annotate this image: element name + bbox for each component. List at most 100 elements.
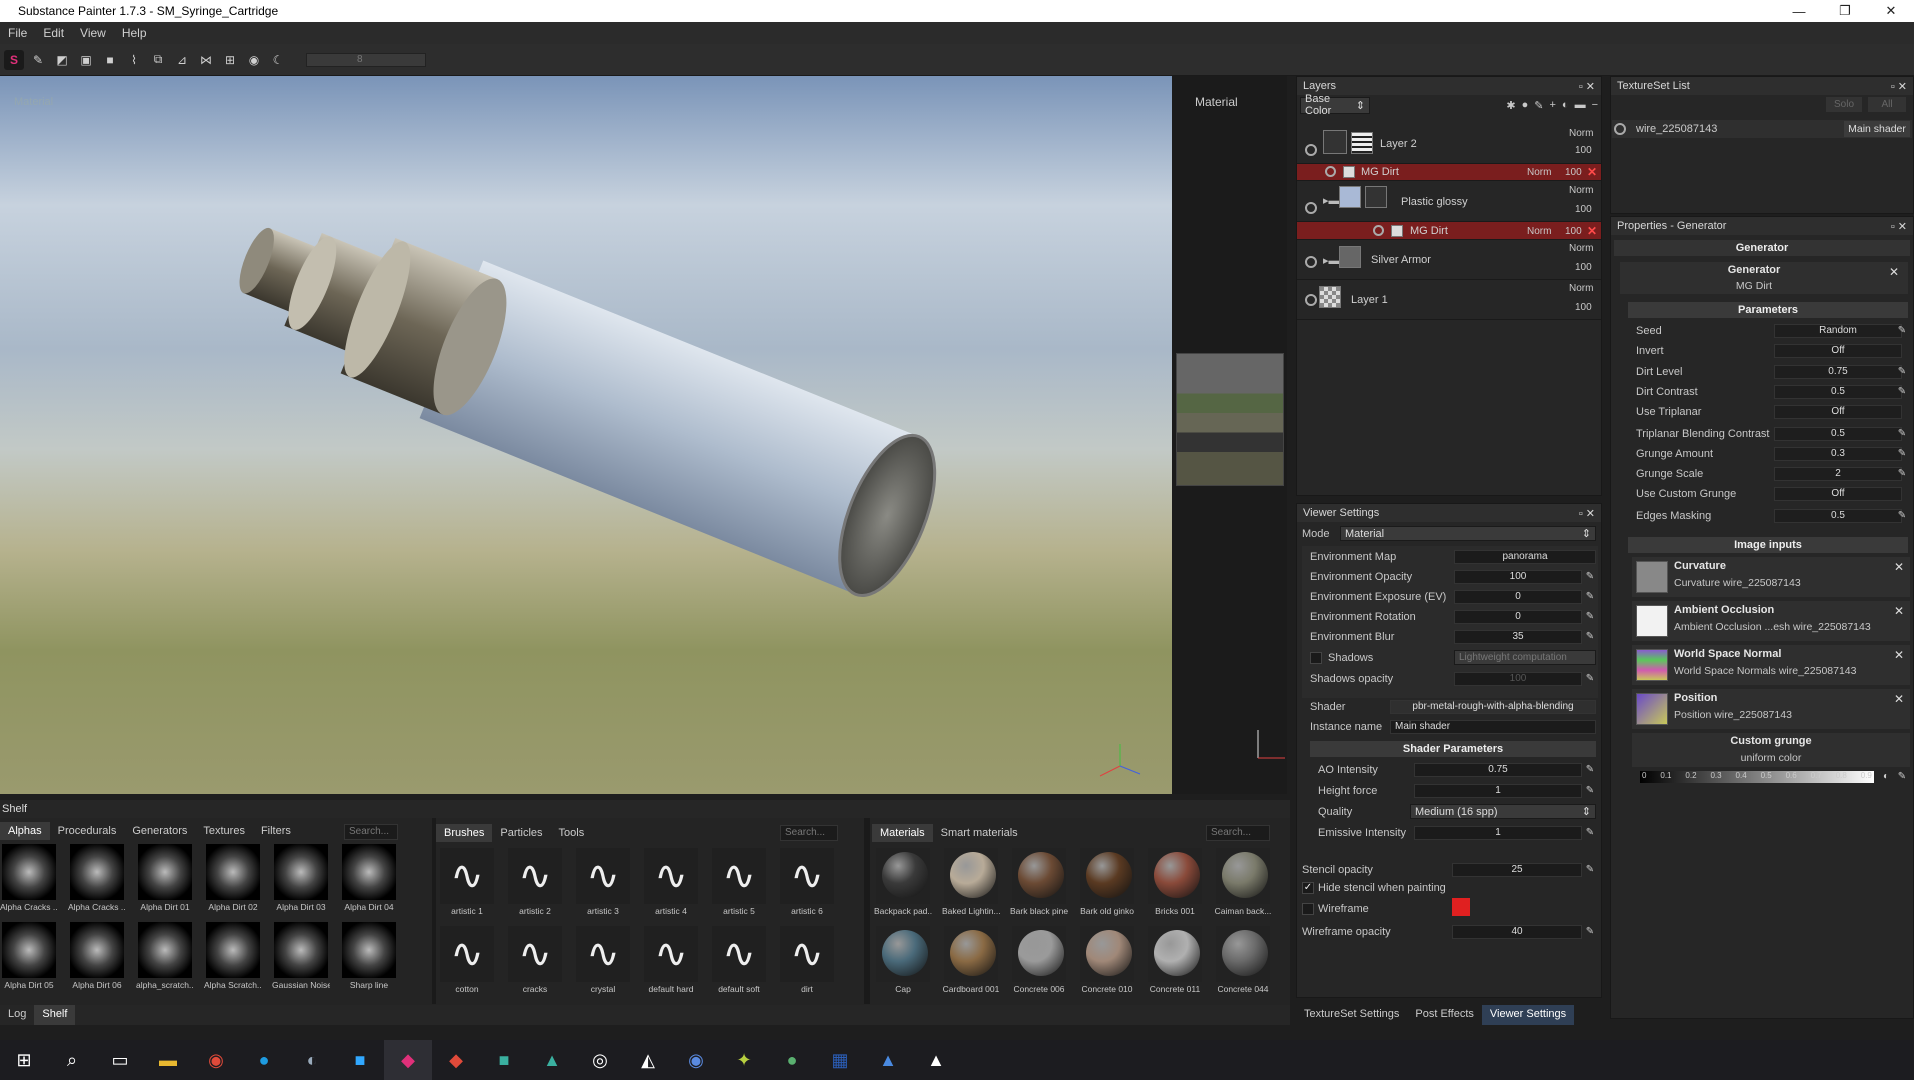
layer-blend-mode[interactable]: Norm (1569, 243, 1593, 254)
ao-intensity-slider[interactable]: 0.75 (1414, 763, 1582, 777)
word-icon[interactable]: ▦ (816, 1040, 864, 1080)
environment-blur-slider[interactable]: 35 (1454, 630, 1582, 644)
edit-icon[interactable]: ✎ (1896, 510, 1908, 522)
remove-generator-icon[interactable]: ✕ (1889, 265, 1899, 279)
material-tile[interactable]: Concrete 006 (1010, 926, 1068, 998)
alpha-tile[interactable]: alpha_scratch... (136, 922, 194, 994)
logo-icon[interactable]: S (4, 49, 24, 70)
app2-icon[interactable]: ● (768, 1040, 816, 1080)
folder-icon[interactable]: ▸▬ (1323, 254, 1340, 267)
image-input-ambient-occlusion[interactable]: Ambient Occlusion Ambient Occlusion ...e… (1632, 601, 1910, 641)
edit-icon[interactable]: ✎ (1584, 631, 1596, 643)
eraser-icon[interactable]: ◩ (52, 50, 72, 70)
unreal-icon[interactable]: ◎ (576, 1040, 624, 1080)
delete-layer-icon[interactable]: − (1592, 99, 1598, 111)
grunge-ramp[interactable]: 0 0.1 0.2 0.3 0.4 0.5 0.6 0.7 0.8 0.9 (1640, 771, 1874, 783)
brush-tile[interactable]: ∿ artistic 6 (778, 848, 836, 920)
wireframe-color-swatch[interactable] (1452, 898, 1470, 916)
edit-icon[interactable]: ✎ (1584, 764, 1596, 776)
panel-close-icon[interactable]: ▫ ✕ (1891, 220, 1907, 233)
effect-row[interactable]: MG Dirt Norm 100 ✕ (1297, 222, 1601, 240)
3d-viewport[interactable]: Material (0, 76, 1172, 794)
effect-row[interactable]: MG Dirt Norm 100 ✕ (1297, 164, 1601, 181)
brush-tile[interactable]: ∿ cracks (506, 926, 564, 998)
material-tile[interactable]: Caiman back... (1214, 848, 1272, 920)
tab-log[interactable]: Log (0, 1005, 34, 1025)
edit-icon[interactable]: ✎ (1584, 571, 1596, 583)
tab-procedurals[interactable]: Procedurals (50, 822, 125, 840)
brush-tile[interactable]: ∿ crystal (574, 926, 632, 998)
remove-effect-icon[interactable]: ✕ (1587, 224, 1597, 238)
grunge-scale-slider[interactable]: 2 (1774, 467, 1902, 481)
panel-close-icon[interactable]: ▫ ✕ (1579, 80, 1595, 93)
material-tile[interactable]: Baked Lightin... (942, 848, 1000, 920)
alpha-tile[interactable]: Alpha Cracks ... (68, 844, 126, 916)
brush-search-input[interactable]: Search... (780, 825, 838, 841)
material-tile[interactable]: Bark old ginko (1078, 848, 1136, 920)
effect-blend-mode[interactable]: Norm (1527, 226, 1551, 237)
brush-size-slider[interactable]: 8 (306, 52, 426, 67)
brush-tile[interactable]: ∿ dirt (778, 926, 836, 998)
render-icon[interactable]: ☾ (268, 50, 288, 70)
layer-blend-mode[interactable]: Norm (1569, 283, 1593, 294)
shader-parameters-header[interactable]: Shader Parameters (1310, 741, 1596, 757)
edit-icon[interactable]: ✎ (1896, 428, 1908, 440)
tab-filters[interactable]: Filters (253, 822, 299, 840)
layer-opacity[interactable]: 100 (1575, 302, 1592, 313)
picker-icon[interactable]: ⊿ (172, 50, 192, 70)
edit-icon[interactable]: ✎ (1584, 673, 1596, 685)
shelf-search-input[interactable]: Search... (344, 824, 398, 840)
alpha-tile[interactable]: Alpha Dirt 06 (68, 922, 126, 994)
eye-icon[interactable] (1305, 294, 1317, 306)
polygon-fill-icon[interactable]: ■ (100, 50, 120, 70)
shader-selector[interactable]: pbr-metal-rough-with-alpha-blending (1390, 700, 1596, 714)
smudge-icon[interactable]: ⌇ (124, 50, 144, 70)
add-layer-icon[interactable]: + (1549, 99, 1555, 111)
material-tile[interactable]: Bark black pine (1010, 848, 1068, 920)
symmetry-icon[interactable]: ⋈ (196, 50, 216, 70)
layer-opacity[interactable]: 100 (1575, 262, 1592, 273)
layer-row[interactable]: Layer 2 Norm 100 (1297, 128, 1601, 164)
tab-materials[interactable]: Materials (872, 824, 933, 842)
tab-textures[interactable]: Textures (195, 822, 253, 840)
edit-icon[interactable]: ✎ (1896, 386, 1908, 398)
explorer-icon[interactable]: ▬ (144, 1040, 192, 1080)
shadows-checkbox[interactable] (1310, 652, 1322, 664)
seed-field[interactable]: Random (1774, 324, 1902, 338)
brush-tile[interactable]: ∿ default soft (710, 926, 768, 998)
wireframe-checkbox[interactable] (1302, 903, 1314, 915)
hide-stencil-checkbox[interactable]: ✓ (1302, 882, 1314, 894)
effect-blend-mode[interactable]: Norm (1527, 167, 1551, 178)
edit-icon[interactable]: ✎ (1584, 827, 1596, 839)
brush-tile[interactable]: ∿ default hard (642, 926, 700, 998)
emissive-intensity-slider[interactable]: 1 (1414, 826, 1582, 840)
layer-opacity[interactable]: 100 (1575, 145, 1592, 156)
alpha-tile[interactable]: Alpha Dirt 04 (340, 844, 398, 916)
remove-input-icon[interactable]: ✕ (1894, 604, 1904, 618)
eye-icon[interactable] (1305, 202, 1317, 214)
photoshop-icon[interactable]: ■ (336, 1040, 384, 1080)
blender-icon[interactable]: ◉ (672, 1040, 720, 1080)
material-search-input[interactable]: Search... (1206, 825, 1270, 841)
tab-particles[interactable]: Particles (492, 824, 550, 842)
unity-icon[interactable]: ◭ (624, 1040, 672, 1080)
minimize-button[interactable]: — (1776, 0, 1822, 22)
tab-brushes[interactable]: Brushes (436, 824, 493, 842)
remove-input-icon[interactable]: ✕ (1894, 560, 1904, 574)
layer-row[interactable]: Layer 1 Norm 100 (1297, 280, 1601, 320)
layer-opacity[interactable]: 100 (1575, 204, 1592, 215)
edit-icon[interactable]: ✎ (1896, 366, 1908, 378)
alpha-tile[interactable]: Alpha Dirt 05 (0, 922, 58, 994)
camera-icon[interactable]: ◉ (244, 50, 264, 70)
environment-opacity-slider[interactable]: 100 (1454, 570, 1582, 584)
instance-name-field[interactable]: Main shader (1390, 720, 1596, 734)
grid-icon[interactable]: ⊞ (220, 50, 240, 70)
effect-opacity[interactable]: 100 (1565, 226, 1582, 237)
steam-icon[interactable]: ◐ (288, 1040, 336, 1080)
paint-icon[interactable]: ✎ (1534, 99, 1543, 112)
tab-viewer-settings[interactable]: Viewer Settings (1481, 1005, 1575, 1025)
environment-rotation-slider[interactable]: 0 (1454, 610, 1582, 624)
layer-blend-mode[interactable]: Norm (1569, 128, 1593, 139)
edit-icon[interactable]: ✎ (1584, 864, 1596, 876)
remove-input-icon[interactable]: ✕ (1894, 648, 1904, 662)
